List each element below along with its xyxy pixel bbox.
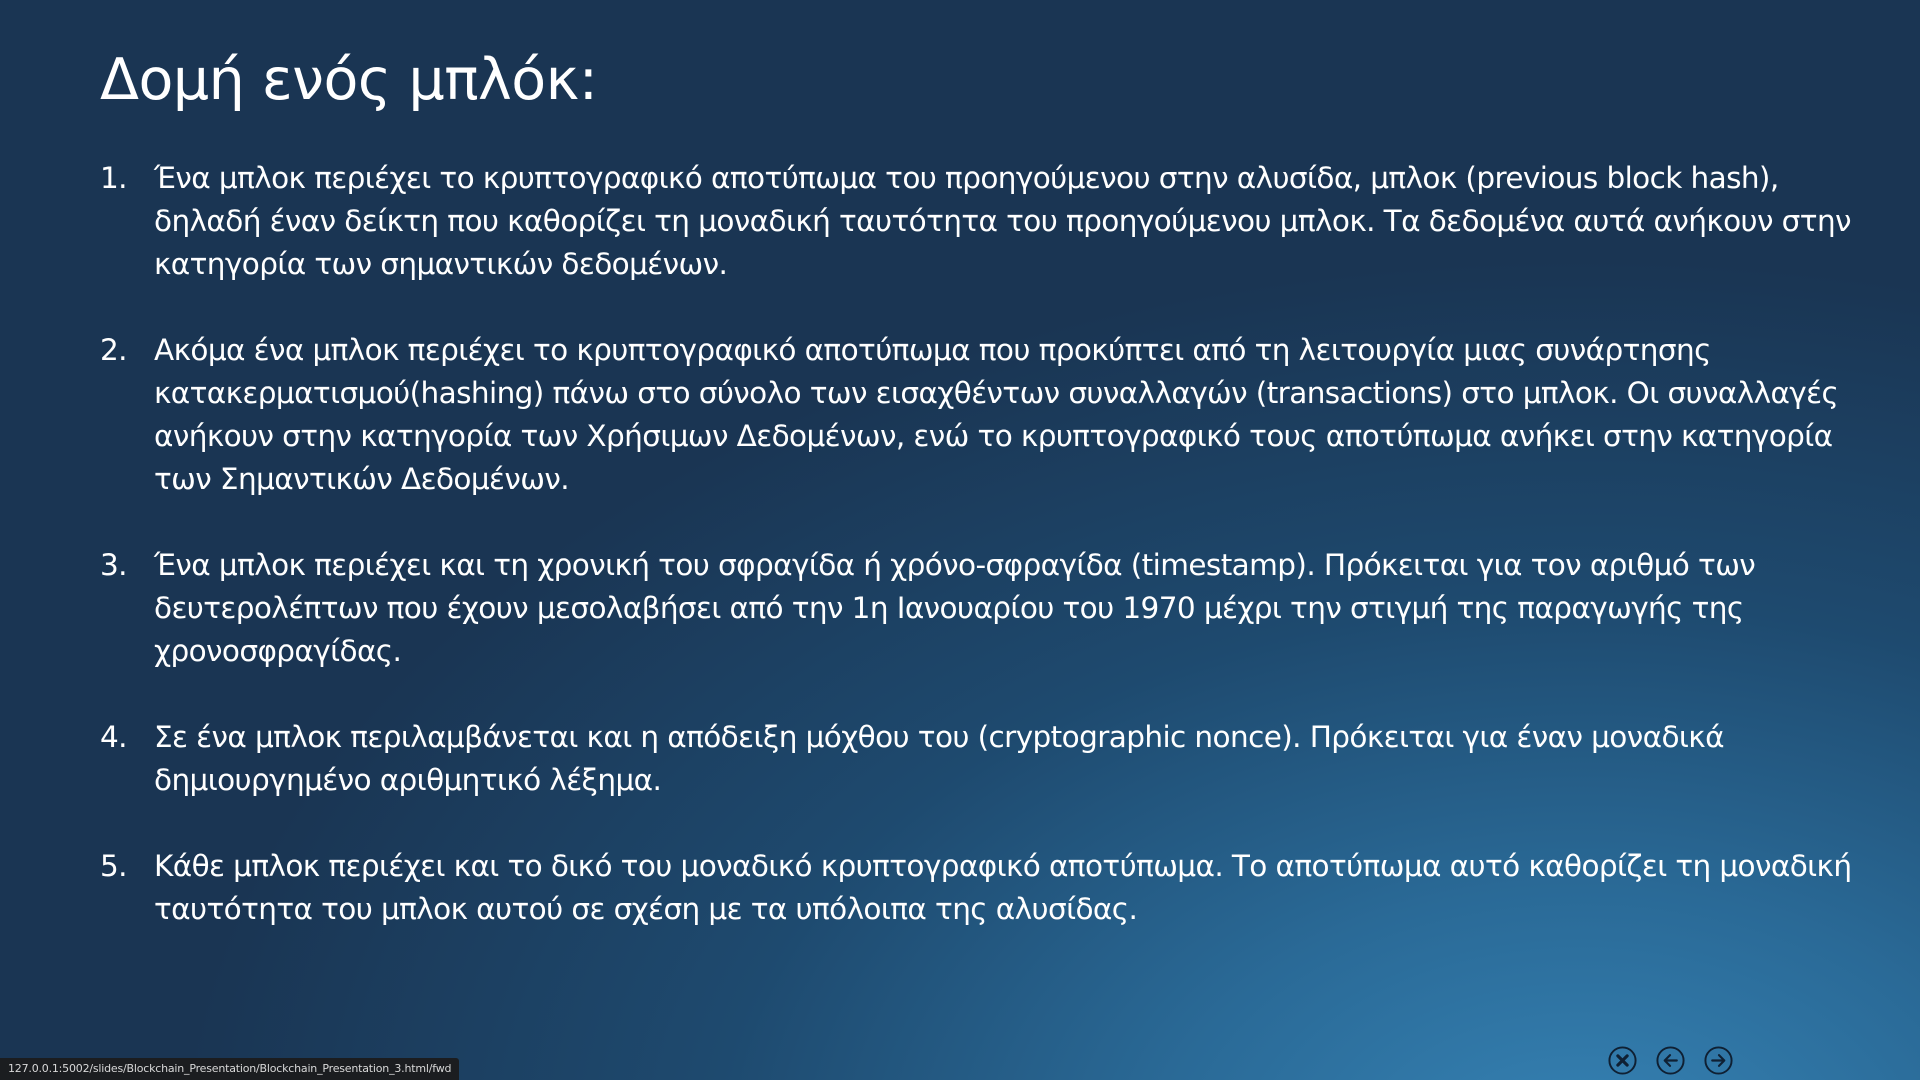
point-number: 3. (100, 548, 128, 582)
point-number: 1. (100, 161, 128, 195)
point-number: 5. (100, 849, 128, 883)
close-icon (1608, 1046, 1637, 1075)
slide: Δομή ενός μπλόκ: 1. Ένα μπλοκ περιέχει τ… (0, 0, 1920, 1080)
list-item: 3. Ένα μπλοκ περιέχει και τη χρονική του… (100, 544, 1860, 673)
point-text: Ένα μπλοκ περιέχει το κρυπτογραφικό αποτ… (154, 161, 1852, 281)
list-item: 2. Ακόμα ένα μπλοκ περιέχει το κρυπτογρα… (100, 329, 1860, 501)
point-text: Σε ένα μπλοκ περιλαμβάνεται και η απόδει… (154, 720, 1725, 797)
status-url: 127.0.0.1:5002/slides/Blockchain_Present… (0, 1058, 460, 1080)
point-text: Κάθε μπλοκ περιέχει και το δικό του μονα… (154, 849, 1852, 926)
arrow-left-icon (1656, 1046, 1685, 1075)
point-number: 2. (100, 333, 128, 367)
previous-slide-button[interactable] (1655, 1045, 1686, 1076)
slide-title: Δομή ενός μπλόκ: (100, 47, 598, 113)
list-item: 5. Κάθε μπλοκ περιέχει και το δικό του μ… (100, 845, 1860, 931)
next-slide-button[interactable] (1703, 1045, 1734, 1076)
slide-navigation (1607, 1045, 1734, 1076)
close-button[interactable] (1607, 1045, 1638, 1076)
point-number: 4. (100, 720, 128, 754)
arrow-right-icon (1704, 1046, 1733, 1075)
list-item: 1. Ένα μπλοκ περιέχει το κρυπτογραφικό α… (100, 157, 1860, 286)
point-text: Ένα μπλοκ περιέχει και τη χρονική του σφ… (154, 548, 1756, 668)
list-item: 4. Σε ένα μπλοκ περιλαμβάνεται και η από… (100, 716, 1860, 802)
point-text: Ακόμα ένα μπλοκ περιέχει το κρυπτογραφικ… (154, 333, 1839, 496)
points-list: 1. Ένα μπλοκ περιέχει το κρυπτογραφικό α… (100, 157, 1860, 974)
